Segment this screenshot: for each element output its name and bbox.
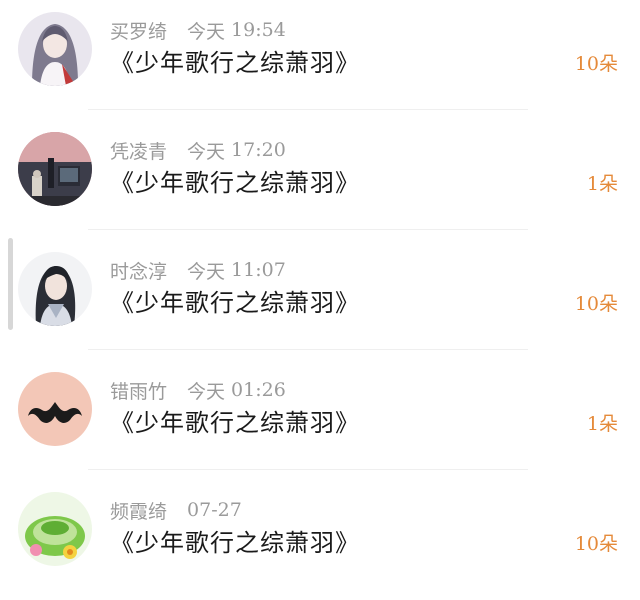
list-item[interactable]: 买罗绮 今天 19:54 《少年歌行之综萧羽》 10朵 <box>0 0 640 120</box>
record-time: 01:26 <box>231 379 286 401</box>
row-divider <box>88 109 528 110</box>
book-title[interactable]: 《少年歌行之综萧羽》 <box>110 166 360 200</box>
list-item[interactable]: 时念淳 今天 11:07 《少年歌行之综萧羽》 10朵 <box>0 240 640 360</box>
record-meta: 错雨竹 今天 01:26 <box>110 376 286 404</box>
record-date: 今天 <box>187 20 226 43</box>
flower-count: 10朵 <box>574 53 618 75</box>
list-item[interactable]: 错雨竹 今天 01:26 《少年歌行之综萧羽》 1朵 <box>0 360 640 480</box>
flower-count: 10朵 <box>574 293 618 315</box>
record-time: 19:54 <box>231 19 286 41</box>
book-title[interactable]: 《少年歌行之综萧羽》 <box>110 46 360 80</box>
record-meta: 买罗绮 今天 19:54 <box>110 16 286 44</box>
anime-girl-avatar-icon[interactable] <box>18 12 92 86</box>
scrollbar[interactable] <box>8 238 13 330</box>
user-name[interactable]: 凭凌青 <box>110 137 167 164</box>
book-title[interactable]: 《少年歌行之综萧羽》 <box>110 406 360 440</box>
city-scene-avatar-icon[interactable] <box>18 132 92 206</box>
record-date: 今天 <box>187 140 226 163</box>
list-item[interactable]: 频霞绮 07-27 《少年歌行之综萧羽》 10朵 <box>0 480 640 600</box>
record-meta: 时念淳 今天 11:07 <box>110 256 286 284</box>
gift-record-list: 买罗绮 今天 19:54 《少年歌行之综萧羽》 10朵 凭凌青 今天 17:20… <box>0 0 640 579</box>
list-item[interactable]: 凭凌青 今天 17:20 《少年歌行之综萧羽》 1朵 <box>0 120 640 240</box>
record-time: 11:07 <box>231 259 286 281</box>
record-meta: 凭凌青 今天 17:20 <box>110 136 286 164</box>
row-divider <box>88 229 528 230</box>
row-divider <box>88 349 528 350</box>
record-meta: 频霞绮 07-27 <box>110 496 242 524</box>
anime-man-avatar-icon[interactable] <box>18 252 92 326</box>
row-divider <box>88 469 528 470</box>
flower-count: 10朵 <box>574 533 618 555</box>
user-name[interactable]: 错雨竹 <box>110 377 167 404</box>
mustache-avatar-icon[interactable] <box>18 372 92 446</box>
flower-count: 1朵 <box>586 173 618 195</box>
user-name[interactable]: 买罗绮 <box>110 17 167 44</box>
green-craft-avatar-icon[interactable] <box>18 492 92 566</box>
record-time: 07-27 <box>187 499 242 521</box>
book-title[interactable]: 《少年歌行之综萧羽》 <box>110 286 360 320</box>
user-name[interactable]: 频霞绮 <box>110 497 167 524</box>
record-date: 今天 <box>187 380 226 403</box>
flower-count: 1朵 <box>586 413 618 435</box>
record-date: 今天 <box>187 260 226 283</box>
book-title[interactable]: 《少年歌行之综萧羽》 <box>110 526 360 560</box>
user-name[interactable]: 时念淳 <box>110 257 167 284</box>
record-time: 17:20 <box>231 139 286 161</box>
